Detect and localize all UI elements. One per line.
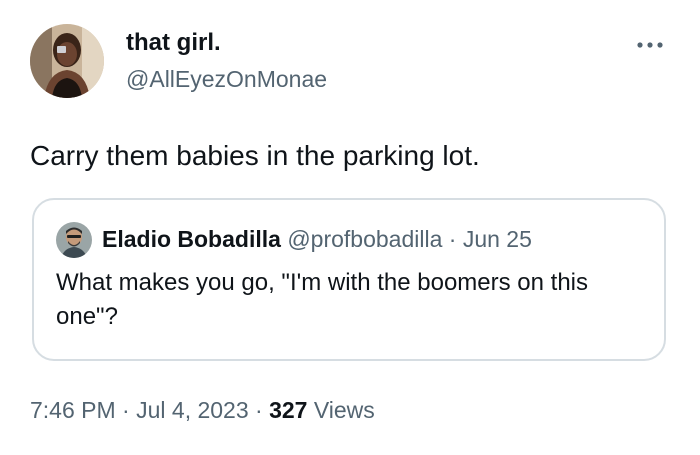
author-handle[interactable]: @AllEyezOnMonae xyxy=(126,64,327,94)
quoted-date[interactable]: Jun 25 xyxy=(463,226,532,252)
views-count[interactable]: 327 xyxy=(269,397,307,423)
quoted-author-avatar[interactable] xyxy=(56,222,92,258)
meta-separator: · xyxy=(122,397,130,423)
meta-separator: · xyxy=(255,397,263,423)
views-label[interactable]: Views xyxy=(314,397,375,423)
profile-photo-avatar xyxy=(30,24,104,98)
tweet-date[interactable]: Jul 4, 2023 xyxy=(136,397,249,423)
tweet: that girl. @AllEyezOnMonae Carry them ba… xyxy=(0,0,700,455)
tweet-meta: 7:46 PM · Jul 4, 2023 · 327 Views xyxy=(30,394,375,426)
author-avatar[interactable] xyxy=(30,24,104,98)
quoted-tweet-card[interactable]: Eladio Bobadilla @profbobadilla · Jun 25… xyxy=(32,198,666,361)
quoted-tweet-header: Eladio Bobadilla @profbobadilla · Jun 25 xyxy=(102,222,532,256)
quoted-tweet-text: What makes you go, "I'm with the boomers… xyxy=(56,269,588,330)
profile-photo-avatar xyxy=(56,222,92,258)
quoted-author-handle[interactable]: @profbobadilla xyxy=(287,226,442,252)
author-display-name[interactable]: that girl. xyxy=(126,28,221,58)
tweet-time[interactable]: 7:46 PM xyxy=(30,397,116,423)
quoted-author-name[interactable]: Eladio Bobadilla xyxy=(102,226,281,252)
more-options-icon[interactable] xyxy=(628,30,672,60)
quoted-separator: · xyxy=(448,226,457,252)
tweet-text: Carry them babies in the parking lot. xyxy=(30,140,480,171)
